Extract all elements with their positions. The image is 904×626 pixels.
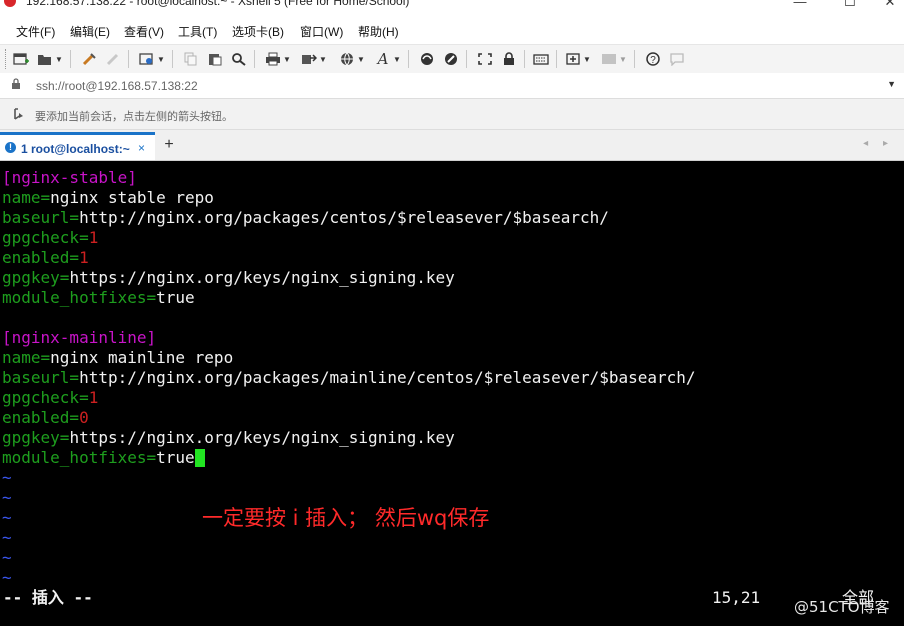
watermark: @51CTO博客 [794, 598, 890, 616]
tab-label: 1 root@localhost:~ [21, 142, 130, 156]
transfer-icon[interactable] [300, 51, 318, 67]
copy-icon[interactable] [182, 51, 200, 67]
menu-view[interactable]: 查看(V) [124, 23, 164, 40]
tilde-line: ~ [2, 508, 12, 527]
toolbar: ▼ ▼ ▼ ▼ ▼ A ▼ ▼ ▼ ? [0, 44, 904, 74]
terminal-line: name=nginx mainline repo [2, 348, 234, 367]
cursor-position: 15,21 [712, 588, 761, 607]
toolbar-separator [524, 50, 525, 68]
tab-scroll-arrows[interactable]: ◂ ▸ [863, 138, 894, 149]
font-icon[interactable]: A [374, 50, 392, 68]
connect-icon[interactable] [80, 51, 98, 67]
terminal-line: enabled=0 [2, 408, 89, 427]
text-cursor [194, 449, 205, 467]
address-input[interactable]: ssh://root@192.168.57.138:22 [36, 79, 198, 93]
toolbar-separator [172, 50, 173, 68]
tilde-line: ~ [2, 568, 12, 587]
svg-text:?: ? [650, 55, 656, 66]
dropdown-icon[interactable]: ▼ [356, 51, 366, 67]
dropdown-icon[interactable]: ▼ [392, 51, 402, 67]
toolbar-separator [408, 50, 409, 68]
xshell-app-icon [4, 0, 16, 7]
close-window-button[interactable]: ✕ [870, 0, 904, 14]
menu-tools[interactable]: 工具(T) [178, 23, 217, 40]
arrow-icon[interactable] [12, 107, 26, 124]
tilde-line: ~ [2, 548, 12, 567]
dropdown-icon[interactable]: ▼ [318, 51, 328, 67]
menu-window[interactable]: 窗口(W) [300, 23, 343, 40]
new-session-icon[interactable] [12, 51, 30, 67]
layout-icon[interactable] [600, 51, 618, 67]
session-hint-bar: 要添加当前会话，点击左侧的箭头按钮。 [0, 99, 904, 130]
terminal-line: enabled=1 [2, 248, 89, 267]
menu-help[interactable]: 帮助(H) [358, 23, 399, 40]
toolbar-separator [634, 50, 635, 68]
toolbar-separator [556, 50, 557, 68]
dropdown-icon[interactable]: ▼ [582, 51, 592, 67]
terminal-line: name=nginx stable repo [2, 188, 214, 207]
menu-file[interactable]: 文件(F) [16, 23, 55, 40]
vim-mode-indicator: -- 插入 -- [3, 588, 93, 607]
close-tab-icon[interactable]: × [138, 141, 145, 155]
terminal-line: baseurl=http://nginx.org/packages/mainli… [2, 368, 696, 387]
help-icon[interactable]: ? [644, 51, 662, 67]
dropdown-icon[interactable]: ▼ [618, 51, 628, 67]
lock-icon [11, 78, 21, 93]
maximize-button[interactable]: ☐ [830, 0, 870, 14]
menu-edit[interactable]: 编辑(E) [70, 23, 110, 40]
toolbar-separator [70, 50, 71, 68]
dropdown-icon[interactable]: ▼ [54, 51, 64, 67]
terminal-line: [nginx-mainline] [2, 328, 157, 347]
terminal-line: gpgkey=https://nginx.org/keys/nginx_sign… [2, 428, 455, 447]
toolbar-separator [466, 50, 467, 68]
terminal-area[interactable]: [nginx-stable] name=nginx stable repo ba… [0, 162, 904, 626]
window-title: 192.168.57.138:22 - root@localhost:~ - X… [26, 0, 410, 8]
toolbar-separator [254, 50, 255, 68]
hint-text: 要添加当前会话，点击左侧的箭头按钮。 [35, 111, 233, 123]
paste-icon[interactable] [206, 51, 224, 67]
menu-bar: 文件(F) 编辑(E) 查看(V) 工具(T) 选项卡(B) 窗口(W) 帮助(… [0, 14, 904, 44]
address-bar: ssh://root@192.168.57.138:22 ▼ [0, 73, 904, 99]
terminal-line: gpgcheck=1 [2, 388, 99, 407]
properties-icon[interactable] [138, 51, 156, 67]
terminal-line: module_hotfixes=true [2, 448, 205, 468]
terminal-line: gpgcheck=1 [2, 228, 99, 247]
open-folder-icon[interactable] [36, 51, 54, 67]
lock-icon[interactable] [500, 51, 518, 67]
globe-icon[interactable] [338, 51, 356, 67]
xftp-icon[interactable] [418, 51, 436, 67]
terminal-line: module_hotfixes=true [2, 288, 195, 307]
add-tab-icon[interactable] [564, 51, 582, 67]
find-icon[interactable] [230, 51, 248, 67]
tab-bar: ! 1 root@localhost:~ × + ◂ ▸ [0, 130, 904, 161]
toolbar-separator [128, 50, 129, 68]
dropdown-icon[interactable]: ▼ [282, 51, 292, 67]
tilde-line: ~ [2, 488, 12, 507]
xmanager-icon[interactable] [442, 51, 460, 67]
annotation-text: 一定要按 i 插入； 然后wq保存 [202, 506, 490, 530]
terminal-line: gpgkey=https://nginx.org/keys/nginx_sign… [2, 268, 455, 287]
menu-tab[interactable]: 选项卡(B) [232, 23, 284, 40]
chevron-down-icon[interactable]: ▼ [887, 79, 896, 89]
disconnect-icon[interactable] [104, 51, 122, 67]
status-icon: ! [5, 142, 16, 153]
add-tab-button[interactable]: + [157, 134, 181, 158]
tab-session-1[interactable]: ! 1 root@localhost:~ × [0, 132, 155, 160]
terminal-line: [nginx-stable] [2, 168, 137, 187]
dropdown-icon[interactable]: ▼ [156, 51, 166, 67]
print-icon[interactable] [264, 51, 282, 67]
toolbar-grip[interactable] [5, 49, 9, 69]
keyboard-icon[interactable] [532, 51, 550, 67]
tilde-line: ~ [2, 468, 12, 487]
fullscreen-icon[interactable] [476, 51, 494, 67]
chat-icon[interactable] [668, 51, 686, 67]
tilde-line: ~ [2, 528, 12, 547]
minimize-button[interactable]: — [780, 0, 820, 14]
title-bar: 192.168.57.138:22 - root@localhost:~ - X… [0, 0, 904, 14]
terminal-line: baseurl=http://nginx.org/packages/centos… [2, 208, 609, 227]
